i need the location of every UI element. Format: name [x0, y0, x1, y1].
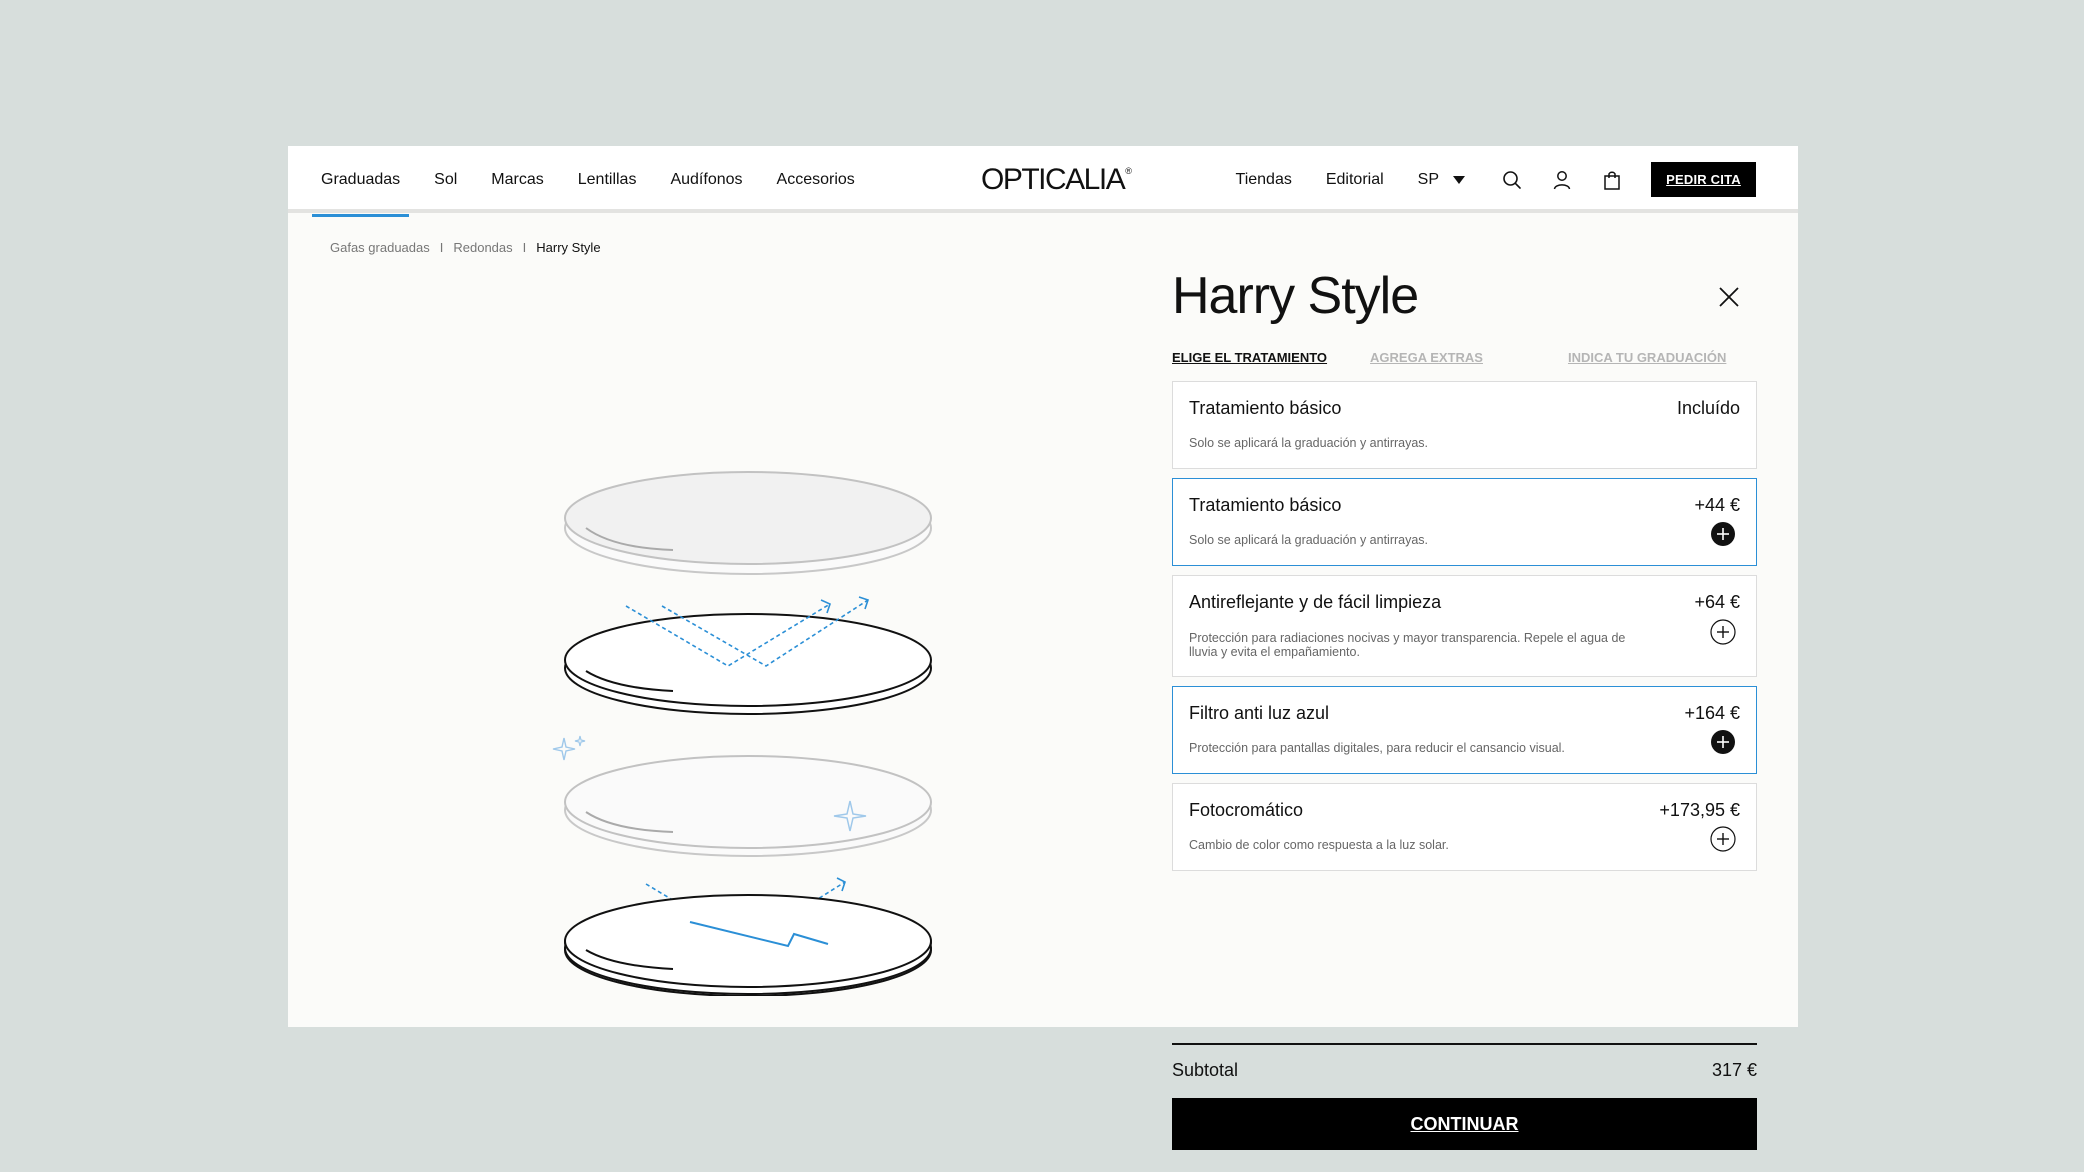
shopping-bag-icon[interactable] [1601, 169, 1623, 191]
option-title: Antireflejante y de fácil limpieza [1189, 592, 1442, 612]
treatment-options: Tratamiento básico Incluído Solo se apli… [1172, 381, 1757, 880]
option-description: Solo se aplicará la graduación y antirra… [1189, 533, 1429, 547]
option-card-basic[interactable]: Tratamiento básico +44 € Solo se aplicar… [1172, 478, 1757, 566]
book-appointment-button[interactable]: PEDIR CITA [1651, 162, 1756, 197]
tab-treatment[interactable]: ELIGE EL TRATAMIENTO [1172, 350, 1327, 365]
close-icon[interactable] [1718, 286, 1740, 308]
caret-down-icon [1453, 175, 1465, 184]
option-title: Tratamiento básico [1189, 398, 1342, 418]
option-title: Fotocromático [1189, 800, 1304, 820]
breadcrumb-separator: I [522, 240, 527, 255]
sparkle-icon [552, 737, 576, 761]
logo[interactable]: OPTICALIA ® [981, 160, 1132, 200]
option-price: +164 € [1684, 703, 1740, 723]
option-price: +173,95 € [1659, 800, 1740, 820]
subtotal-row: Subtotal 317 € [1172, 1060, 1757, 1081]
product-title: Harry Style [1172, 267, 1419, 325]
breadcrumb: Gafas graduadas I Redondas I Harry Style [330, 240, 601, 255]
nav-item-accesorios[interactable]: Accesorios [777, 146, 855, 213]
top-navigation: Graduadas Sol Marcas Lentillas Audífonos… [288, 146, 1798, 217]
option-card-basic-included[interactable]: Tratamiento básico Incluído Solo se apli… [1172, 381, 1757, 469]
option-description: Solo se aplicará la graduación y antirra… [1189, 436, 1429, 450]
breadcrumb-item[interactable]: Gafas graduadas [330, 240, 430, 255]
sparkle-icon [574, 735, 586, 747]
lens-layer-antireflective [564, 596, 932, 715]
breadcrumb-item[interactable]: Redondas [453, 240, 512, 255]
page-frame: Graduadas Sol Marcas Lentillas Audífonos… [288, 146, 1798, 1150]
subtotal-label: Subtotal [1172, 1060, 1239, 1080]
plus-filled-icon[interactable] [1710, 729, 1736, 755]
logo-text: OPTICALIA [981, 163, 1126, 196]
option-description: Cambio de color como respuesta a la luz … [1189, 838, 1449, 852]
nav-item-tiendas[interactable]: Tiendas [1236, 171, 1292, 189]
option-title: Tratamiento básico [1189, 495, 1342, 515]
option-description: Protección para pantallas digitales, par… [1189, 741, 1565, 755]
lens-layer-base [564, 471, 932, 575]
plus-outline-icon[interactable] [1710, 619, 1736, 645]
lens-layer-photochromic [564, 894, 932, 995]
plus-outline-icon[interactable] [1710, 826, 1736, 852]
nav-item-audifonos[interactable]: Audífonos [670, 146, 742, 213]
option-price: +44 € [1694, 495, 1740, 515]
search-icon[interactable] [1501, 169, 1523, 191]
lens-layer-easy-clean [564, 755, 932, 857]
tab-prescription[interactable]: INDICA TU GRADUACIÓN [1568, 350, 1726, 365]
main-nav: Graduadas Sol Marcas Lentillas Audífonos… [311, 146, 889, 217]
option-title: Filtro anti luz azul [1189, 703, 1330, 723]
logo-mark: ® [1125, 166, 1132, 176]
nav-item-graduadas[interactable]: Graduadas [311, 146, 410, 217]
breadcrumb-separator: I [439, 240, 444, 255]
option-price: +64 € [1694, 592, 1740, 612]
nav-item-lentillas[interactable]: Lentillas [578, 146, 637, 213]
option-card-blue-light[interactable]: Filtro anti luz azul +164 € Protección p… [1172, 686, 1757, 774]
subtotal-divider [1172, 1043, 1757, 1045]
subtotal-value: 317 € [1711, 1060, 1757, 1080]
tab-extras[interactable]: AGREGA EXTRAS [1370, 350, 1483, 365]
nav-item-marcas[interactable]: Marcas [491, 146, 543, 213]
option-price: Incluído [1676, 398, 1740, 418]
step-tabs: ELIGE EL TRATAMIENTO AGREGA EXTRAS INDIC… [1172, 350, 1757, 365]
language-selector[interactable]: SP [1418, 171, 1465, 189]
continue-button[interactable]: CONTINUAR [1172, 1098, 1757, 1150]
language-label: SP [1417, 170, 1439, 188]
option-description: Protección para radiaciones nocivas y ma… [1189, 631, 1626, 660]
secondary-nav: Tiendas Editorial SP PEDIR CITA [1236, 146, 1756, 213]
option-card-photochromic[interactable]: Fotocromático +173,95 € Cambio de color … [1172, 783, 1757, 871]
user-icon[interactable] [1551, 169, 1573, 191]
nav-item-editorial[interactable]: Editorial [1326, 171, 1384, 189]
plus-filled-icon[interactable] [1710, 521, 1736, 547]
breadcrumb-current: Harry Style [536, 240, 601, 255]
nav-item-sol[interactable]: Sol [434, 146, 457, 213]
option-card-antireflective[interactable]: Antireflejante y de fácil limpieza +64 €… [1172, 575, 1757, 677]
